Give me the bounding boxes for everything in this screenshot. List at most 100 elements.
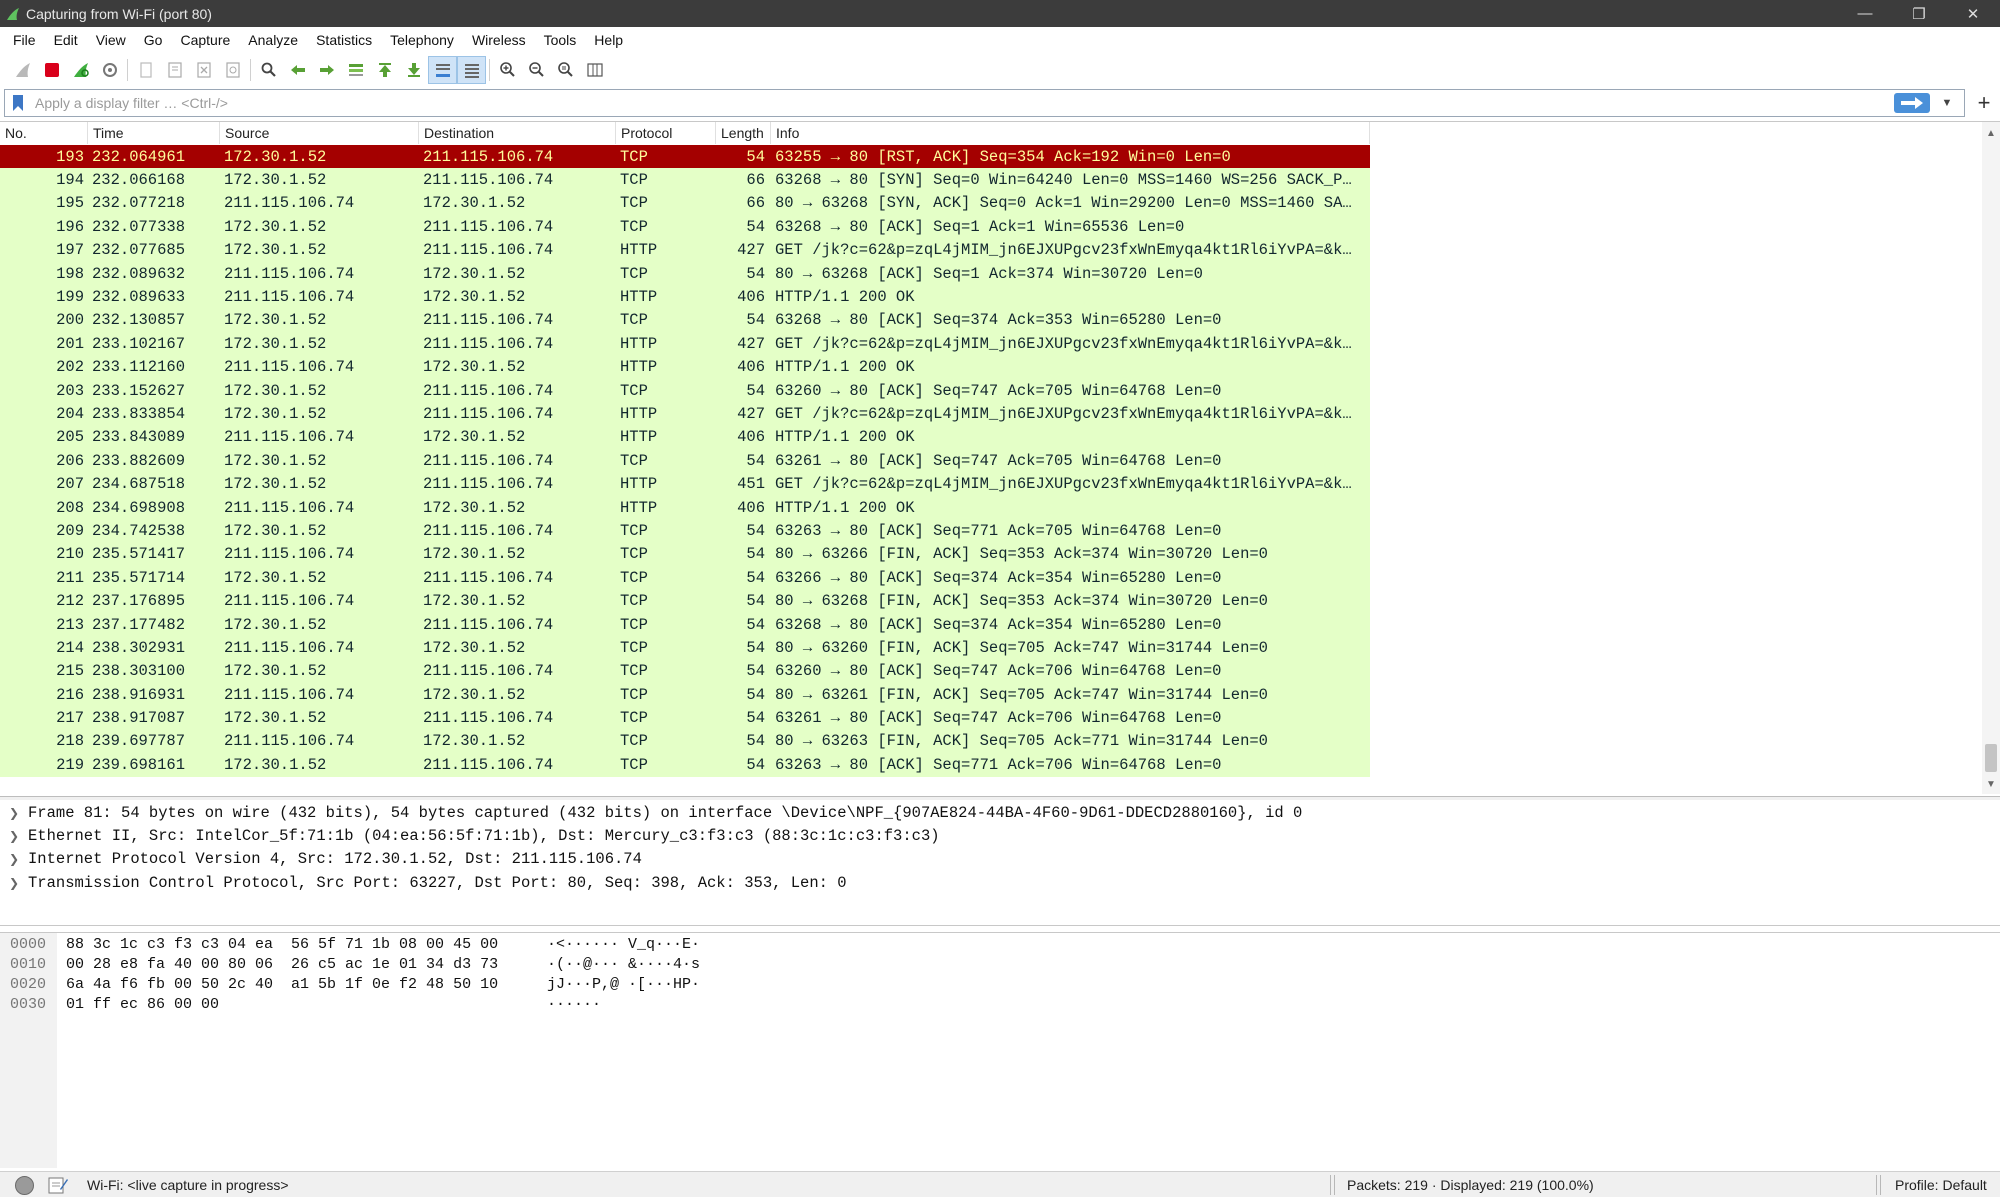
packet-row[interactable]: 218 239.697787 211.115.106.74 172.30.1.52 TC… [0, 729, 1370, 754]
detail-ipv4[interactable]: ❯ Internet Protocol Version 4, Src: 172.… [0, 848, 2000, 871]
byte-hex[interactable]: 01 ff ec 86 00 00 [57, 996, 547, 1016]
column-header-source[interactable]: Source [220, 122, 419, 144]
packet-row[interactable]: 215 238.303100 172.30.1.52 211.115.106.74 TC… [0, 659, 1370, 683]
menu-analyze[interactable]: Analyze [239, 27, 307, 54]
expand-arrow-icon[interactable]: ❯ [0, 852, 28, 866]
close-file-icon[interactable] [189, 56, 218, 84]
packet-row[interactable]: 216 238.916931 211.115.106.74 172.30.1.52 TC… [0, 682, 1370, 707]
packet-row[interactable]: 219 239.698161 172.30.1.52 211.115.106.74 TC… [0, 753, 1370, 777]
packet-row[interactable]: 200 232.130857 172.30.1.52 211.115.106.74 TC… [0, 308, 1370, 333]
open-file-icon[interactable] [131, 56, 160, 84]
packet-row[interactable]: 194 232.066168 172.30.1.52 211.115.106.74 TC… [0, 168, 1370, 192]
packet-row[interactable]: 203 233.152627 172.30.1.52 211.115.106.74 TC… [0, 378, 1370, 403]
bookmark-icon[interactable] [5, 90, 31, 116]
profile-text[interactable]: Profile: Default [1895, 1177, 1987, 1193]
menu-file[interactable]: File [4, 27, 45, 54]
restart-capture-icon[interactable] [66, 56, 95, 84]
packet-row[interactable]: 213 237.177482 172.30.1.52 211.115.106.74 TC… [0, 612, 1370, 637]
menu-capture[interactable]: Capture [171, 27, 239, 54]
expand-arrow-icon[interactable]: ❯ [0, 829, 28, 843]
resize-columns-icon[interactable] [580, 56, 609, 84]
packet-row[interactable]: 206 233.882609 172.30.1.52 211.115.106.74 TC… [0, 449, 1370, 473]
add-filter-button[interactable]: + [1972, 89, 1996, 117]
packet-row[interactable]: 195 232.077218 211.115.106.74 172.30.1.52 TC… [0, 191, 1370, 216]
packet-row[interactable]: 211 235.571714 172.30.1.52 211.115.106.74 TC… [0, 566, 1370, 590]
packet-row[interactable]: 210 235.571417 211.115.106.74 172.30.1.52 TC… [0, 542, 1370, 567]
go-first-icon[interactable] [370, 56, 399, 84]
packet-list-scrollbar[interactable]: ▲ ▼ [1982, 122, 2000, 794]
packet-row[interactable]: 196 232.077338 172.30.1.52 211.115.106.74 TC… [0, 215, 1370, 239]
detail-tcp[interactable]: ❯ Transmission Control Protocol, Src Por… [0, 871, 2000, 894]
pane-splitter[interactable] [0, 796, 2000, 800]
packet-row[interactable]: 207 234.687518 172.30.1.52 211.115.106.74 HT… [0, 472, 1370, 496]
scroll-down-icon[interactable]: ▼ [1982, 775, 2000, 793]
zoom-in-icon[interactable] [493, 56, 522, 84]
packet-row[interactable]: 198 232.089632 211.115.106.74 172.30.1.52 TC… [0, 261, 1370, 286]
autoscroll-icon[interactable] [428, 56, 457, 84]
expert-info-led-icon[interactable] [15, 1176, 34, 1195]
menu-view[interactable]: View [87, 27, 135, 54]
packet-list[interactable]: No. Time Source Destination Protocol Len… [0, 121, 2000, 794]
menu-statistics[interactable]: Statistics [307, 27, 381, 54]
column-header-destination[interactable]: Destination [419, 122, 616, 144]
byte-hex[interactable]: 6a 4a f6 fb 00 50 2c 40 a1 5b 1f 0e f2 4… [57, 976, 547, 996]
capture-comment-icon[interactable] [47, 1175, 69, 1195]
menu-help[interactable]: Help [585, 27, 632, 54]
detail-frame[interactable]: ❯ Frame 81: 54 bytes on wire (432 bits),… [0, 801, 2000, 824]
byte-ascii[interactable]: ·(··@··· &····4·s [547, 956, 700, 976]
zoom-out-icon[interactable] [522, 56, 551, 84]
column-header-info[interactable]: Info [771, 122, 1370, 144]
packet-row[interactable]: 199 232.089633 211.115.106.74 172.30.1.52 HT… [0, 285, 1370, 309]
packet-row[interactable]: 204 233.833854 172.30.1.52 211.115.106.74 HT… [0, 402, 1370, 426]
packet-row[interactable]: 217 238.917087 172.30.1.52 211.115.106.74 TC… [0, 706, 1370, 730]
packet-row[interactable]: 201 233.102167 172.30.1.52 211.115.106.74 HT… [0, 332, 1370, 356]
packet-row[interactable]: 205 233.843089 211.115.106.74 172.30.1.52 HT… [0, 425, 1370, 450]
close-icon[interactable]: ✕ [1946, 0, 2000, 27]
menu-go[interactable]: Go [135, 27, 172, 54]
byte-ascii[interactable]: ······ [547, 996, 601, 1016]
menu-edit[interactable]: Edit [45, 27, 87, 54]
packet-row[interactable]: 214 238.302931 211.115.106.74 172.30.1.52 TC… [0, 636, 1370, 660]
detail-ethernet[interactable]: ❯ Ethernet II, Src: IntelCor_5f:71:1b (0… [0, 824, 2000, 847]
column-header-time[interactable]: Time [88, 122, 220, 144]
chevron-down-icon[interactable]: ▼ [1936, 93, 1958, 113]
save-file-icon[interactable] [160, 56, 189, 84]
column-header-no[interactable]: No. [0, 122, 88, 144]
menu-telephony[interactable]: Telephony [381, 27, 463, 54]
menu-wireless[interactable]: Wireless [463, 27, 535, 54]
display-filter-input[interactable] [31, 95, 1881, 111]
colorize-icon[interactable] [457, 56, 486, 84]
byte-hex[interactable]: 88 3c 1c c3 f3 c3 04 ea 56 5f 71 1b 08 0… [57, 936, 547, 956]
menu-tools[interactable]: Tools [535, 27, 586, 54]
reload-file-icon[interactable] [218, 56, 247, 84]
packet-bytes[interactable]: 0000 88 3c 1c c3 f3 c3 04 ea 56 5f 71 1b… [0, 932, 2000, 1168]
byte-ascii[interactable]: ·<······ V_q···E· [547, 936, 700, 956]
packet-row[interactable]: 208 234.698908 211.115.106.74 172.30.1.52 HT… [0, 495, 1370, 520]
go-last-icon[interactable] [399, 56, 428, 84]
byte-hex[interactable]: 00 28 e8 fa 40 00 80 06 26 c5 ac 1e 01 3… [57, 956, 547, 976]
packet-row[interactable]: 202 233.112160 211.115.106.74 172.30.1.52 HT… [0, 355, 1370, 379]
go-back-icon[interactable] [283, 56, 312, 84]
restore-icon[interactable]: ❐ [1892, 0, 1946, 27]
normal-size-icon[interactable] [551, 56, 580, 84]
column-header-length[interactable]: Length [716, 122, 771, 144]
capture-options-icon[interactable] [95, 56, 124, 84]
minimize-icon[interactable]: — [1838, 0, 1892, 27]
packet-row[interactable]: 212 237.176895 211.115.106.74 172.30.1.52 TC… [0, 589, 1370, 613]
scroll-up-icon[interactable]: ▲ [1982, 124, 2000, 142]
scrollbar-thumb[interactable] [1985, 744, 1997, 772]
packet-row[interactable]: 209 234.742538 172.30.1.52 211.115.106.74 TC… [0, 519, 1370, 543]
go-to-packet-icon[interactable] [341, 56, 370, 84]
expand-arrow-icon[interactable]: ❯ [0, 806, 28, 820]
apply-filter-arrow-icon[interactable] [1894, 93, 1930, 113]
expand-arrow-icon[interactable]: ❯ [0, 876, 28, 890]
go-forward-icon[interactable] [312, 56, 341, 84]
packet-row[interactable]: 197 232.077685 172.30.1.52 211.115.106.74 HT… [0, 238, 1370, 262]
packet-details[interactable]: ❯ Frame 81: 54 bytes on wire (432 bits),… [0, 801, 2000, 926]
find-packet-icon[interactable] [254, 56, 283, 84]
byte-ascii[interactable]: jJ···P,@ ·[···HP· [547, 976, 700, 996]
shark-fin-start-icon[interactable] [8, 56, 37, 84]
column-header-protocol[interactable]: Protocol [616, 122, 716, 144]
stop-capture-icon[interactable] [37, 56, 66, 84]
packet-row[interactable]: 193 232.064961 172.30.1.52 211.115.106.74 TC… [0, 145, 1370, 169]
